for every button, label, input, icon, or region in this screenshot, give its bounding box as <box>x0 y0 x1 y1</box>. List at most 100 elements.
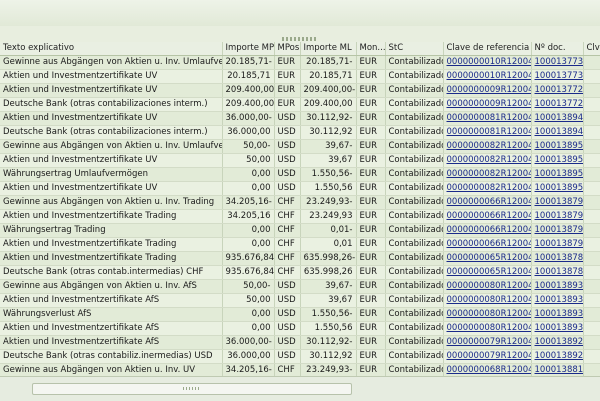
cell-num-doc[interactable]: 100013895 <box>531 139 584 154</box>
cell-num-doc[interactable]: 100013773 <box>531 69 584 84</box>
cell-clave-referencia[interactable]: 0000000080R12004 <box>443 321 532 336</box>
cell-num-doc[interactable]: 100013773 <box>531 55 584 70</box>
cell-importe-ml: 635.998,26 <box>300 265 357 280</box>
column-header-texto[interactable]: Texto explicativo <box>0 42 223 56</box>
cell-num-doc[interactable]: 100013893 <box>531 321 584 336</box>
column-header-moneda[interactable]: Mon... <box>356 42 386 56</box>
table-row[interactable]: Deutsche Bank (otras contabiliz.inermedi… <box>0 349 600 364</box>
cell-moneda: EUR <box>356 55 386 70</box>
cell-clave-referencia[interactable]: 0000000082R12004 <box>443 139 532 154</box>
cell-num-doc[interactable]: 100013878 <box>531 265 584 280</box>
cell-num-doc[interactable]: 100013895 <box>531 153 584 168</box>
cell-clave-referencia[interactable]: 0000000082R12004 <box>443 153 532 168</box>
cell-texto: Gewinne aus Abgängen von Aktien u. Inv. … <box>0 195 223 210</box>
cell-num-doc[interactable]: 100013879 <box>531 237 584 252</box>
cell-importe-mp: 0,00 <box>222 223 275 238</box>
column-header-clave-referencia[interactable]: Clave de referencia <box>443 42 532 56</box>
cell-mpos: USD <box>274 111 301 126</box>
cell-clave-referencia[interactable]: 0000000082R12004 <box>443 181 532 196</box>
cell-clv <box>583 181 600 196</box>
cell-num-doc[interactable]: 100013879 <box>531 223 584 238</box>
cell-clv <box>583 279 600 294</box>
table-row[interactable]: Währungsertrag Umlaufvermögen 0,00 USD 1.55… <box>0 167 600 182</box>
cell-clave-referencia[interactable]: 0000000081R12004 <box>443 125 532 140</box>
cell-num-doc[interactable]: 100013893 <box>531 293 584 308</box>
cell-num-doc[interactable]: 100013895 <box>531 167 584 182</box>
cell-importe-ml: 39,67 <box>300 293 357 308</box>
cell-clave-referencia[interactable]: 0000000010R12004 <box>443 69 532 84</box>
table-row[interactable]: Aktien und Investmentzertifikate Trading… <box>0 251 600 266</box>
column-header-importe-mp[interactable]: Importe MP <box>222 42 275 56</box>
cell-num-doc[interactable]: 100013894 <box>531 111 584 126</box>
column-header-num-doc[interactable]: Nº doc. <box>531 42 584 56</box>
table-row[interactable]: Gewinne aus Abgängen von Aktien u. Inv. … <box>0 279 600 294</box>
cell-importe-ml: 30.112,92- <box>300 335 357 350</box>
cell-importe-ml: 23.249,93- <box>300 195 357 210</box>
cell-num-doc[interactable]: 100013894 <box>531 125 584 140</box>
cell-num-doc[interactable]: 100013892 <box>531 335 584 350</box>
column-header-importe-ml[interactable]: Importe ML <box>300 42 357 56</box>
cell-clave-referencia[interactable]: 0000000082R12004 <box>443 167 532 182</box>
table-row[interactable]: Deutsche Bank (otras contabilizaciones i… <box>0 125 600 140</box>
cell-num-doc[interactable]: 100013878 <box>531 251 584 266</box>
table-row[interactable]: Aktien und Investmentzertifikate UV 0,00 U… <box>0 181 600 196</box>
cell-num-doc[interactable]: 100013772 <box>531 83 584 98</box>
column-header-stc[interactable]: StC <box>385 42 444 56</box>
cell-clave-referencia[interactable]: 0000000066R12004 <box>443 237 532 252</box>
cell-num-doc[interactable]: 100013892 <box>531 349 584 364</box>
table-row[interactable]: Aktien und Investmentzertifikate UV 20.18… <box>0 69 600 84</box>
table-row[interactable]: Deutsche Bank (otras contab.intermedias)… <box>0 265 600 280</box>
table-row[interactable]: Aktien und Investmentzertifikate AfS 0,00… <box>0 321 600 336</box>
cell-clave-referencia[interactable]: 0000000009R12004 <box>443 97 532 112</box>
table-row[interactable]: Aktien und Investmentzertifikate UV 50,00… <box>0 153 600 168</box>
cell-mpos: USD <box>274 307 301 322</box>
table-row[interactable]: Deutsche Bank (otras contabilizaciones i… <box>0 97 600 112</box>
scrollbar-thumb[interactable] <box>32 383 352 395</box>
cell-stc: Contabilizados <box>385 251 444 266</box>
horizontal-scrollbar[interactable] <box>0 376 600 401</box>
cell-importe-ml: 1.550,56- <box>300 167 357 182</box>
cell-texto: Deutsche Bank (otras contab.intermedias)… <box>0 265 223 280</box>
cell-importe-ml: 39,67- <box>300 139 357 154</box>
table-row[interactable]: Aktien und Investmentzertifikate Trading… <box>0 209 600 224</box>
cell-clave-referencia[interactable]: 0000000079R12004 <box>443 349 532 364</box>
cell-clave-referencia[interactable]: 0000000066R12004 <box>443 223 532 238</box>
table-row[interactable]: Währungsertrag Trading 0,00 CHF 0,01- EUR Con… <box>0 223 600 238</box>
splitter-grip-icon[interactable] <box>282 37 318 41</box>
table-row[interactable]: Aktien und Investmentzertifikate UV 36.00… <box>0 111 600 126</box>
cell-clave-referencia[interactable]: 0000000009R12004 <box>443 83 532 98</box>
cell-clave-referencia[interactable]: 0000000010R12004 <box>443 55 532 70</box>
cell-num-doc[interactable]: 100013893 <box>531 307 584 322</box>
cell-texto: Aktien und Investmentzertifikate Trading <box>0 237 223 252</box>
cell-clave-referencia[interactable]: 0000000081R12004 <box>443 111 532 126</box>
cell-clave-referencia[interactable]: 0000000080R12004 <box>443 279 532 294</box>
cell-num-doc[interactable]: 100013881 <box>531 363 584 376</box>
cell-clave-referencia[interactable]: 0000000079R12004 <box>443 335 532 350</box>
cell-clave-referencia[interactable]: 0000000065R12004 <box>443 251 532 266</box>
table-row[interactable]: Aktien und Investmentzertifikate Trading… <box>0 237 600 252</box>
cell-importe-ml: 23.249,93- <box>300 363 357 376</box>
column-header-mpos[interactable]: MPos <box>274 42 301 56</box>
table-row[interactable]: Aktien und Investmentzertifikate AfS 50,0… <box>0 293 600 308</box>
cell-clave-referencia[interactable]: 0000000066R12004 <box>443 209 532 224</box>
cell-moneda: EUR <box>356 293 386 308</box>
document-table: Texto explicativo Importe MP MPos Import… <box>0 42 600 376</box>
table-row[interactable]: Aktien und Investmentzertifikate UV 209.4… <box>0 83 600 98</box>
cell-clave-referencia[interactable]: 0000000068R12004 <box>443 363 532 376</box>
cell-num-doc[interactable]: 100013879 <box>531 195 584 210</box>
cell-clave-referencia[interactable]: 0000000080R12004 <box>443 307 532 322</box>
table-row[interactable]: Gewinne aus Abgängen von Aktien u. Inv. … <box>0 55 600 70</box>
table-row[interactable]: Gewinne aus Abgängen von Aktien u. Inv. … <box>0 195 600 210</box>
cell-clave-referencia[interactable]: 0000000066R12004 <box>443 195 532 210</box>
cell-clave-referencia[interactable]: 0000000065R12004 <box>443 265 532 280</box>
cell-num-doc[interactable]: 100013879 <box>531 209 584 224</box>
table-row[interactable]: Aktien und Investmentzertifikate AfS 36.0… <box>0 335 600 350</box>
column-header-clv[interactable]: Clv <box>583 42 600 56</box>
table-row[interactable]: Gewinne aus Abgängen von Aktien u. Inv. … <box>0 363 600 376</box>
cell-clave-referencia[interactable]: 0000000080R12004 <box>443 293 532 308</box>
cell-num-doc[interactable]: 100013893 <box>531 279 584 294</box>
table-row[interactable]: Währungsverlust AfS 0,00 USD 1.550,56- EUR Co… <box>0 307 600 322</box>
cell-num-doc[interactable]: 100013772 <box>531 97 584 112</box>
table-row[interactable]: Gewinne aus Abgängen von Aktien u. Inv. … <box>0 139 600 154</box>
cell-num-doc[interactable]: 100013895 <box>531 181 584 196</box>
